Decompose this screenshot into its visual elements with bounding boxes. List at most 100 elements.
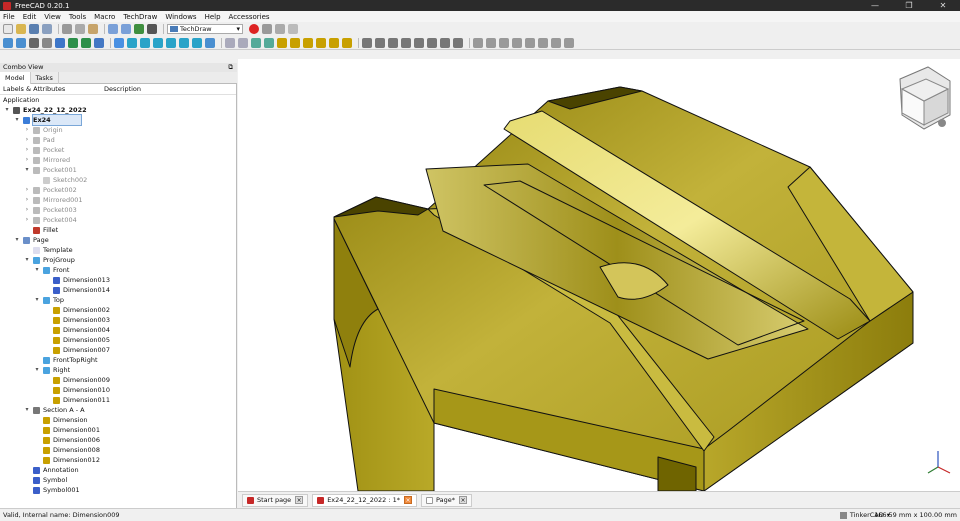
techdraw-page-icon[interactable] [225, 37, 235, 48]
balloon-icon[interactable] [453, 37, 463, 48]
tree-item[interactable]: › Pocket004 [0, 215, 236, 225]
tree-item[interactable]: Dimension002 [0, 305, 236, 315]
chamfer-icon[interactable] [551, 37, 561, 48]
length-dimension-icon[interactable] [277, 37, 287, 48]
save-as-icon[interactable] [42, 24, 52, 34]
3d-viewport[interactable] [238, 59, 960, 491]
save-icon[interactable] [29, 24, 39, 34]
undo-icon[interactable] [108, 24, 118, 34]
expand-arrow-icon[interactable]: ▾ [23, 255, 31, 265]
expand-arrow-icon[interactable]: ▾ [23, 165, 31, 175]
menu-tools[interactable]: Tools [69, 13, 86, 21]
workbench-selector[interactable]: TechDraw [167, 24, 243, 34]
undock-icon[interactable]: ⧉ [228, 63, 233, 72]
hole-circle-icon[interactable] [525, 37, 535, 48]
tree-item[interactable]: Dimension007 [0, 345, 236, 355]
tree-item[interactable]: ▾ Right [0, 365, 236, 375]
diameter-dimension-icon[interactable] [329, 37, 339, 48]
tree-item[interactable]: Template [0, 245, 236, 255]
expand-arrow-icon[interactable]: ▾ [23, 405, 31, 415]
part-model[interactable] [333, 86, 914, 491]
expand-arrow-icon[interactable]: ▾ [3, 105, 11, 115]
back-arrow-icon[interactable] [68, 37, 78, 48]
maximize-button[interactable]: ❐ [892, 0, 926, 11]
extend-line-icon[interactable] [473, 37, 483, 48]
menu-help[interactable]: Help [205, 13, 221, 21]
menu-file[interactable]: File [3, 13, 15, 21]
fit-all-icon[interactable] [3, 37, 13, 48]
leader-icon[interactable] [427, 37, 437, 48]
nav-cube-menu-icon[interactable] [938, 119, 946, 127]
doc-tab-model[interactable]: Ex24_22_12_2022 : 1* × [312, 493, 417, 507]
tree-item[interactable]: ▾ Page [0, 235, 236, 245]
menu-accessories[interactable]: Accessories [229, 13, 270, 21]
collapse-arrow-icon[interactable]: › [23, 195, 31, 205]
arc-center-icon[interactable] [512, 37, 522, 48]
tree-item[interactable]: ▾ Front [0, 265, 236, 275]
tree-item[interactable]: Dimension012 [0, 455, 236, 465]
tab-tasks[interactable]: Tasks [31, 72, 59, 84]
collapse-arrow-icon[interactable]: › [23, 155, 31, 165]
tree-item[interactable]: ▾ Top [0, 295, 236, 305]
tree-item[interactable]: Fillet [0, 225, 236, 235]
tree-item[interactable]: › Pad [0, 135, 236, 145]
collapse-arrow-icon[interactable]: › [23, 205, 31, 215]
left-view-icon[interactable] [192, 37, 202, 48]
tree-item[interactable]: › Origin [0, 125, 236, 135]
navigation-cube[interactable] [899, 66, 951, 130]
column-description[interactable]: Description [104, 84, 141, 94]
macro-run-icon[interactable] [288, 24, 298, 34]
expand-arrow-icon[interactable]: ▾ [33, 265, 41, 275]
techdraw-template-icon[interactable] [238, 37, 248, 48]
close-tab-icon[interactable]: × [403, 496, 412, 504]
draw-style-icon[interactable] [29, 37, 39, 48]
macro-record-icon[interactable] [249, 24, 259, 34]
measure-icon[interactable] [205, 37, 215, 48]
stereo-icon[interactable] [42, 37, 52, 48]
zoom-icon[interactable] [114, 37, 124, 48]
expand-arrow-icon[interactable]: ▾ [33, 365, 41, 375]
tree-item[interactable]: Dimension009 [0, 375, 236, 385]
macro-stop-icon[interactable] [262, 24, 272, 34]
tree-item[interactable]: ▾ Pocket001 [0, 165, 236, 175]
cut-icon[interactable] [62, 24, 72, 34]
expand-arrow-icon[interactable]: ▾ [33, 295, 41, 305]
right-view-icon[interactable] [153, 37, 163, 48]
top-view-icon[interactable] [140, 37, 150, 48]
tree-item[interactable]: Dimension001 [0, 425, 236, 435]
doc-tab-start-page[interactable]: Start page × [242, 493, 309, 507]
collapse-arrow-icon[interactable]: › [23, 185, 31, 195]
std-views-icon[interactable] [94, 37, 104, 48]
annotation-icon[interactable] [375, 37, 385, 48]
collapse-arrow-icon[interactable]: › [23, 145, 31, 155]
column-labels[interactable]: Labels & Attributes [0, 84, 104, 94]
refresh-icon[interactable] [134, 24, 144, 34]
whats-this-icon[interactable] [147, 24, 157, 34]
tree-item[interactable]: Sketch002 [0, 175, 236, 185]
menu-macro[interactable]: Macro [94, 13, 115, 21]
tree-item[interactable]: Dimension010 [0, 385, 236, 395]
radius-dimension-icon[interactable] [316, 37, 326, 48]
tab-model[interactable]: Model [0, 72, 31, 84]
collapse-arrow-icon[interactable]: › [23, 135, 31, 145]
paste-icon[interactable] [88, 24, 98, 34]
menu-edit[interactable]: Edit [23, 13, 37, 21]
forward-arrow-icon[interactable] [81, 37, 91, 48]
tree-item[interactable]: Dimension013 [0, 275, 236, 285]
change-style-icon[interactable] [499, 37, 509, 48]
fit-selection-icon[interactable] [16, 37, 26, 48]
tree-item[interactable]: Dimension004 [0, 325, 236, 335]
tree-item[interactable]: Dimension005 [0, 335, 236, 345]
menu-techdraw[interactable]: TechDraw [123, 13, 157, 21]
tree-item[interactable]: Symbol001 [0, 485, 236, 495]
tree-item[interactable]: Annotation [0, 465, 236, 475]
minimize-button[interactable]: — [858, 0, 892, 11]
close-tab-icon[interactable]: × [295, 496, 304, 504]
area-annotation-icon[interactable] [564, 37, 574, 48]
menu-windows[interactable]: Windows [165, 13, 196, 21]
tree-item[interactable]: › Pocket003 [0, 205, 236, 215]
expand-arrow-icon[interactable]: ▾ [13, 235, 21, 245]
vertical-dimension-icon[interactable] [303, 37, 313, 48]
tree-item[interactable]: › Pocket [0, 145, 236, 155]
weld-symbol-icon[interactable] [440, 37, 450, 48]
